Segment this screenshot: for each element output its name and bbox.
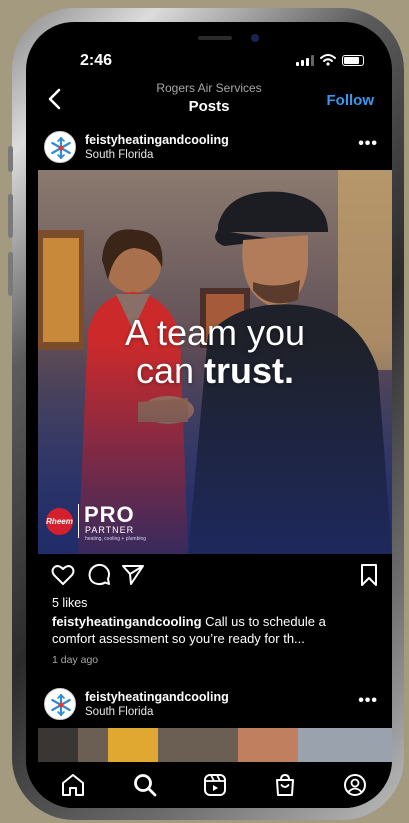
signal-icon [296,54,314,66]
headline-line-1: A team you [124,312,306,353]
caption-username[interactable]: feistyheatingandcooling [52,614,202,629]
battery-icon [342,54,364,66]
follow-button[interactable]: Follow [327,92,375,109]
status-icons [296,54,364,66]
next-post-header: feistyheatingandcooling South Florida ••… [26,682,392,726]
post-header: feistyheatingandcooling South Florida ••… [26,125,392,169]
account-name[interactable]: feistyheatingandcooling [85,690,229,704]
avatar[interactable] [44,131,76,163]
account-name[interactable]: feistyheatingandcooling [85,133,229,147]
post-timestamp: 1 day ago [52,654,99,666]
send-icon[interactable] [120,562,146,588]
snowflake-logo-icon [51,693,71,717]
post-caption: feistyheatingandcooling Call us to sched… [52,613,372,647]
post-image[interactable]: A team you can trust. Rheem PRO PARTNER … [38,170,392,554]
bookmark-icon[interactable] [356,562,382,588]
notch [143,22,293,56]
heart-icon[interactable] [50,562,76,588]
avatar[interactable] [44,688,76,720]
speaker-grille [198,36,232,40]
status-time: 2:46 [80,52,113,69]
rheem-logo-text: Rheem [46,517,73,526]
bottom-tab-bar [26,762,392,808]
post-location[interactable]: South Florida [85,149,153,161]
nav-header: Rogers Air Services Posts Follow [26,78,392,118]
phone-mute-switch [8,146,13,172]
front-camera [251,34,259,42]
phone-volume-down [8,252,13,296]
headline-line-2: can trust. [38,352,392,390]
post-headline: A team you can trust. [38,314,392,390]
search-icon[interactable] [132,772,158,798]
phone-volume-up [8,194,13,238]
profile-icon[interactable] [342,772,368,798]
rheem-logo: Rheem [46,508,73,535]
phone-screen: 2:46 Rogers Air Services Posts Follow fe… [26,22,392,808]
more-options-icon[interactable]: ••• [358,692,378,710]
post-location[interactable]: South Florida [85,706,153,718]
comment-icon[interactable] [86,562,112,588]
partner-logo-text: PARTNER [85,525,135,535]
headline-line-2-prefix: can [135,350,205,391]
snowflake-logo-icon [51,136,71,160]
brand-tagline: heating, cooling + plumbing [85,536,147,542]
post-actions [38,562,392,592]
shop-icon[interactable] [272,772,298,798]
likes-count[interactable]: 5 likes [52,596,87,610]
logo-divider [78,504,79,538]
home-icon[interactable] [60,772,86,798]
wifi-icon [320,54,336,66]
headline-line-2-bold: trust. [204,350,295,391]
more-options-icon[interactable]: ••• [358,135,378,153]
reels-icon[interactable] [202,772,228,798]
